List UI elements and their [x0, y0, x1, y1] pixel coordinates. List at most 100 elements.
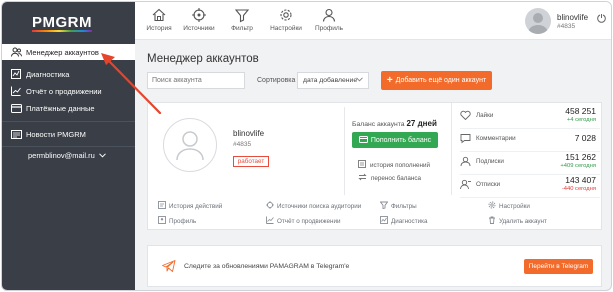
divider — [451, 103, 452, 195]
add-account-button[interactable]: + Добавить ещё один аккаунт — [381, 71, 492, 90]
stat-label: Отписки — [476, 181, 501, 188]
sidebar-item-diagnostics[interactable]: Диагностика — [2, 66, 135, 82]
action-label: Источники поиска аудитории — [277, 202, 362, 210]
sidebar-item-account-manager[interactable]: Менеджер аккаунтов — [2, 44, 135, 60]
stat-label: Лайки — [476, 112, 494, 119]
stat-delta: +4 сегодня — [566, 117, 596, 123]
topnav-settings[interactable]: Настройки — [266, 7, 306, 32]
account-id: #4835 — [233, 141, 252, 148]
report-icon — [10, 86, 22, 96]
sidebar-item-report[interactable]: Отчёт о продвижении — [2, 83, 135, 99]
topnav-label: Фильтр — [231, 25, 253, 32]
topup-button[interactable]: Пополнить баланс — [352, 132, 438, 148]
topup-label: Пополнить баланс — [370, 136, 432, 144]
topup-history-link[interactable]: история пополнений — [358, 160, 430, 170]
user-icon — [321, 7, 337, 23]
add-account-label: Добавить ещё один аккаунт — [395, 77, 487, 84]
account-name[interactable]: blinovlife — [233, 129, 264, 138]
report-icon — [266, 216, 274, 226]
page-title: Менеджер аккаунтов — [147, 53, 259, 65]
stat-delta: -440 сегодня — [561, 186, 596, 192]
action-history[interactable]: История действий — [158, 201, 222, 211]
action-label: Отчёт о продвижении — [277, 217, 341, 225]
action-filters[interactable]: Фильтры — [379, 201, 417, 211]
logo: PMGRM — [32, 14, 92, 31]
balance-value: 27 дней — [406, 119, 437, 128]
home-icon — [151, 7, 167, 23]
sidebar-divider — [2, 121, 135, 122]
topnav-history[interactable]: История — [139, 7, 179, 32]
telegram-banner: Следите за обновлениями PAMAGRAM в Teleg… — [147, 245, 602, 287]
user-menu[interactable]: permblinov@mail.ru — [28, 151, 106, 160]
action-label: Настройки — [499, 202, 530, 210]
paper-plane-icon — [162, 260, 176, 274]
target-icon — [191, 7, 207, 23]
topnav-label: Настройки — [270, 25, 302, 32]
stat-unsubscriptions: Отписки 143 407 -440 сегодня — [460, 172, 600, 198]
sidebar: PMGRM Менеджер аккаунтов Диагностика Отч… — [2, 2, 135, 290]
top-navigation: История Источники Фильтр Настройки Профи… — [135, 2, 611, 40]
filter-icon — [379, 201, 389, 211]
avatar — [525, 8, 551, 34]
balance: Баланс аккаунта 27 дней — [352, 119, 437, 128]
sort-value: дата добавление — [303, 77, 358, 84]
action-diagnostics[interactable]: Диагностика — [380, 216, 428, 226]
action-label: Удалить аккаунт — [499, 217, 547, 225]
sidebar-item-news[interactable]: Новости PMGRM — [2, 126, 135, 142]
sort-label: Сортировка — [257, 77, 296, 84]
action-label: История действий — [169, 202, 223, 210]
action-label: Диагностика — [391, 217, 428, 225]
action-delete-account[interactable]: Удалить аккаунт — [488, 216, 547, 226]
stat-label: Комментарии — [476, 135, 516, 142]
transfer-balance-label: перенос баланса — [371, 174, 422, 182]
chevron-down-icon — [98, 151, 106, 160]
action-settings[interactable]: Настройки — [488, 201, 530, 211]
account-card: blinovlife #4835 работает Баланс аккаунт… — [147, 102, 602, 230]
sidebar-item-label: Новости PMGRM — [26, 129, 86, 139]
topnav-filter[interactable]: Фильтр — [222, 7, 262, 32]
status-badge: работает — [233, 156, 269, 167]
topnav-sources[interactable]: Источники — [179, 7, 219, 32]
topup-history-label: история пополнений — [370, 161, 431, 169]
sort-select[interactable]: дата добавление — [297, 72, 369, 89]
stat-delta: +409 сегодня — [560, 163, 596, 169]
sidebar-item-label: Диагностика — [26, 69, 70, 79]
news-icon — [10, 129, 22, 139]
telegram-button[interactable]: Перейти в Telegram — [524, 259, 593, 274]
action-audience-sources[interactable]: Источники поиска аудитории — [266, 201, 361, 211]
filter-icon — [234, 7, 250, 23]
logo-underline — [32, 30, 92, 32]
app-window: PMGRM Менеджер аккаунтов Диагностика Отч… — [1, 1, 612, 291]
user-email: permblinov@mail.ru — [28, 151, 95, 160]
sidebar-divider — [2, 146, 135, 147]
wallet-icon — [358, 135, 368, 145]
profile-icon — [158, 216, 166, 226]
search-input[interactable] — [147, 72, 245, 89]
action-profile[interactable]: Профиль — [158, 216, 196, 226]
transfer-icon — [358, 173, 367, 183]
stat-value: 151 262 — [565, 152, 596, 162]
diagnostics-icon — [10, 69, 22, 79]
subscribe-icon — [460, 156, 471, 167]
account-name: blinovlife — [557, 13, 589, 22]
account-id: #4835 — [557, 23, 576, 30]
payment-icon — [10, 103, 22, 113]
gear-icon — [488, 201, 496, 211]
topnav-label: Профиль — [314, 25, 344, 32]
list-icon — [358, 160, 366, 170]
topnav-label: Источники — [183, 25, 215, 32]
plus-icon: + — [386, 75, 393, 86]
chevron-down-icon — [356, 77, 363, 84]
main-content: Менеджер аккаунтов Сортировка дата добав… — [135, 40, 611, 290]
accounts-icon — [10, 47, 22, 57]
topnav-profile[interactable]: Профиль — [309, 7, 349, 32]
sidebar-item-payment[interactable]: Платёжные данные — [2, 100, 135, 116]
heart-icon — [460, 110, 471, 121]
trash-icon — [488, 216, 496, 226]
action-report[interactable]: Отчёт о продвижении — [266, 216, 341, 226]
transfer-balance-link[interactable]: перенос баланса — [358, 173, 421, 183]
logout-icon[interactable] — [597, 14, 606, 25]
telegram-text: Следите за обновлениями PAMAGRAM в Teleg… — [184, 263, 350, 270]
comment-icon — [460, 133, 471, 144]
account-avatar — [163, 118, 217, 172]
